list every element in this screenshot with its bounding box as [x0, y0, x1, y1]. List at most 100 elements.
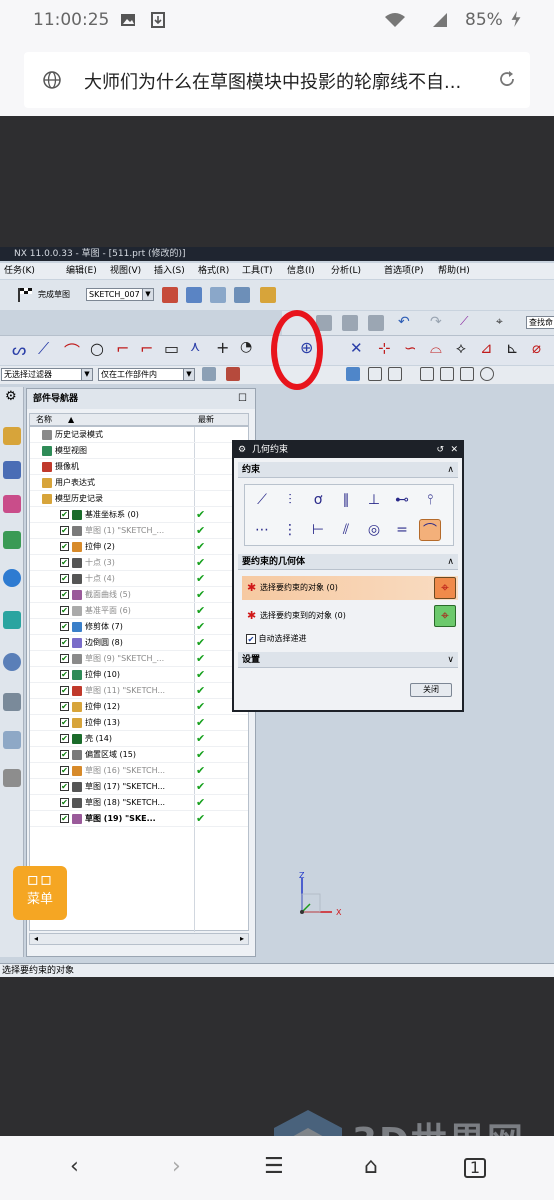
- finish-sketch-flag-icon[interactable]: [18, 288, 36, 302]
- visibility-checkbox[interactable]: ✔: [60, 606, 69, 615]
- corner-icon[interactable]: ∽: [404, 339, 417, 357]
- finish-sketch-label[interactable]: 完成草图: [38, 289, 70, 300]
- select-object-row[interactable]: ✱ 选择要约束的对象 (0) ⌖: [242, 576, 458, 600]
- table-row[interactable]: ✔ 基准平面 (6) ✔: [30, 603, 248, 619]
- select-target-crosshair-icon[interactable]: ⌖: [434, 605, 456, 627]
- mirror-icon[interactable]: ⌓: [430, 339, 442, 357]
- circle-icon[interactable]: ○: [90, 339, 104, 358]
- table-row[interactable]: ✔ 截面曲线 (5) ✔: [30, 587, 248, 603]
- rectangle-icon[interactable]: ▭: [164, 339, 179, 358]
- selection-scope-select[interactable]: 仅在工作部件内 ▼: [98, 368, 195, 381]
- geometric-constraint-icon[interactable]: ⟡: [456, 339, 466, 357]
- visibility-checkbox[interactable]: ✔: [60, 814, 69, 823]
- part-navigator-icon[interactable]: [3, 495, 21, 513]
- dialog-close-icon[interactable]: ✕: [450, 442, 458, 458]
- command-finder-icon[interactable]: ⌖: [496, 314, 503, 329]
- system-scene-icon[interactable]: [3, 731, 21, 749]
- visibility-checkbox[interactable]: ✔: [60, 782, 69, 791]
- table-row[interactable]: ✔ 草图 (9) "SKETCH_... ✔: [30, 651, 248, 667]
- snap-icon-3[interactable]: [420, 367, 434, 381]
- table-row[interactable]: ✔ 草图 (18) "SKETCH... ✔: [30, 795, 248, 811]
- table-row[interactable]: ✔ 十点 (3) ✔: [30, 555, 248, 571]
- col-latest[interactable]: 最新: [198, 414, 214, 425]
- table-row[interactable]: ✔ 壳 (14) ✔: [30, 731, 248, 747]
- scroll-left-icon[interactable]: ◂: [34, 934, 38, 943]
- table-row[interactable]: 摄像机: [30, 459, 248, 475]
- sketch-tool-icon-3[interactable]: [210, 287, 226, 303]
- arc-icon[interactable]: ⌒: [64, 338, 80, 362]
- section-settings[interactable]: 设置 ∨: [238, 652, 458, 668]
- scroll-right-icon[interactable]: ▸: [240, 934, 244, 943]
- visibility-checkbox[interactable]: ✔: [60, 558, 69, 567]
- visibility-checkbox[interactable]: ✔: [60, 718, 69, 727]
- trim-icon[interactable]: ✕: [350, 339, 363, 357]
- vertical-icon[interactable]: ⫯: [419, 489, 441, 511]
- table-row[interactable]: ✔ 草图 (17) "SKETCH... ✔: [30, 779, 248, 795]
- menu-preferences[interactable]: 首选项(P): [384, 263, 423, 279]
- visibility-checkbox[interactable]: ✔: [60, 542, 69, 551]
- sketch-tool-icon-5[interactable]: [260, 287, 276, 303]
- reload-icon[interactable]: [498, 70, 516, 88]
- filter-icon-1[interactable]: [202, 367, 216, 381]
- parallel-icon[interactable]: ∥: [335, 489, 357, 511]
- visibility-checkbox[interactable]: ✔: [60, 686, 69, 695]
- table-row[interactable]: ✔ 拉伸 (2) ✔: [30, 539, 248, 555]
- midpoint-icon[interactable]: ⊢: [307, 519, 329, 541]
- constraint-navigator-icon[interactable]: [3, 461, 21, 479]
- extend-icon[interactable]: ⊹: [378, 339, 391, 357]
- chamfer-icon[interactable]: ⌐: [140, 339, 153, 358]
- table-row[interactable]: 历史记录模式: [30, 427, 248, 443]
- home-icon[interactable]: ⌂: [364, 1154, 378, 1179]
- dimension-icon[interactable]: ⊿: [480, 339, 493, 357]
- menu-task[interactable]: 任务(K): [4, 263, 35, 279]
- tangent-icon[interactable]: ơ: [307, 489, 329, 511]
- visibility-checkbox[interactable]: ✔: [60, 622, 69, 631]
- visibility-checkbox[interactable]: ✔: [60, 638, 69, 647]
- table-row[interactable]: ✔ 草图 (11) "SKETCH... ✔: [30, 683, 248, 699]
- web-browser-icon[interactable]: [3, 569, 21, 587]
- menu-format[interactable]: 格式(R): [198, 263, 229, 279]
- table-row[interactable]: ✔ 草图 (16) "SKETCH... ✔: [30, 763, 248, 779]
- make-reference-icon[interactable]: ⌀: [532, 339, 541, 357]
- sketch-tool-icon-1[interactable]: [162, 287, 178, 303]
- roles-icon[interactable]: [3, 769, 21, 787]
- table-row[interactable]: 用户表达式: [30, 475, 248, 491]
- url-pill[interactable]: 大师们为什么在草图模块中投影的轮廓线不自...: [24, 52, 530, 108]
- section-constraint[interactable]: 约束 ∧: [238, 462, 458, 478]
- visibility-checkbox[interactable]: ✔: [60, 526, 69, 535]
- table-row[interactable]: ✔ 偏置区域 (15) ✔: [30, 747, 248, 763]
- point-icon[interactable]: +: [216, 338, 229, 357]
- constraint-display-icon[interactable]: ⟋: [460, 314, 468, 329]
- select-object-crosshair-icon[interactable]: ⌖: [434, 577, 456, 599]
- line-icon[interactable]: ⟋: [38, 339, 49, 359]
- horizontal-align-icon[interactable]: ⋯: [251, 519, 273, 541]
- table-row[interactable]: ✔ 十点 (4) ✔: [30, 571, 248, 587]
- visibility-checkbox[interactable]: ✔: [60, 574, 69, 583]
- command-finder-input[interactable]: 查找命: [526, 316, 554, 329]
- profile-icon[interactable]: ᔕ: [12, 340, 26, 359]
- section-geometry[interactable]: 要约束的几何体 ∧: [238, 554, 458, 570]
- menu-info[interactable]: 信息(I): [287, 263, 315, 279]
- dialog-gear-icon[interactable]: ⚙: [238, 442, 246, 458]
- visibility-checkbox[interactable]: ✔: [60, 766, 69, 775]
- table-row[interactable]: ✔ 边倒圆 (8) ✔: [30, 635, 248, 651]
- snap-icon-4[interactable]: [440, 367, 454, 381]
- rail-gear-icon[interactable]: ⚙: [5, 389, 17, 404]
- menu-edit[interactable]: 编辑(E): [66, 263, 97, 279]
- snap-icon-1[interactable]: [368, 367, 382, 381]
- sort-up-icon[interactable]: ▲: [68, 414, 74, 425]
- equal-length-icon[interactable]: =: [391, 519, 413, 541]
- menu-analysis[interactable]: 分析(L): [331, 263, 361, 279]
- select-target-row[interactable]: ✱ 选择要约束到的对象 (0) ⌖: [242, 604, 458, 628]
- menu-tools[interactable]: 工具(T): [242, 263, 273, 279]
- tabs-icon[interactable]: 1: [464, 1158, 486, 1178]
- vertical-align-icon[interactable]: ⋮: [279, 519, 301, 541]
- redo-icon[interactable]: ↷: [430, 314, 442, 330]
- concentric-icon[interactable]: ◎: [363, 519, 385, 541]
- auto-advance-checkbox[interactable]: ✔: [246, 633, 256, 644]
- snap-icon-6[interactable]: [480, 367, 494, 381]
- auto-dimension-icon[interactable]: ⊾: [506, 339, 519, 357]
- visibility-checkbox[interactable]: ✔: [60, 702, 69, 711]
- undo-icon[interactable]: ↶: [398, 314, 410, 330]
- assembly-navigator-icon[interactable]: [3, 427, 21, 445]
